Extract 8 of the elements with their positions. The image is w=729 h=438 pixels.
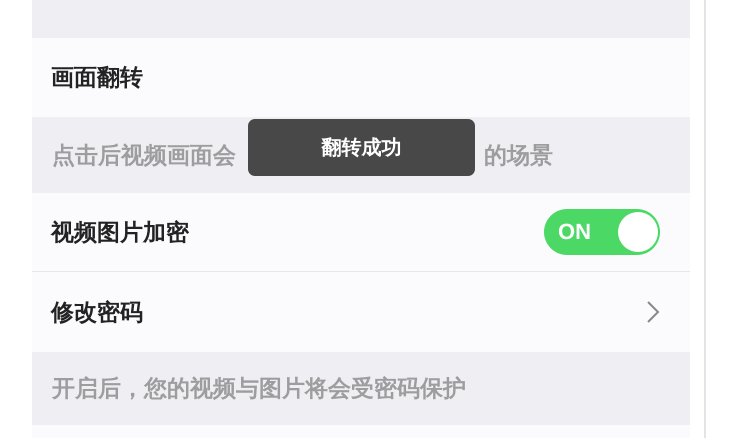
setting-label: 画面翻转 [51, 64, 143, 93]
hint-text: 点击后视频画面会 [52, 142, 236, 170]
chevron-right-icon [646, 300, 660, 324]
setting-label: 视频图片加密 [51, 218, 189, 248]
toast: 翻转成功 [248, 119, 475, 176]
hint-text: 开启后，您的视频与图片将会受密码保护 [52, 375, 466, 404]
hint-text: 的场景 [484, 142, 553, 170]
setting-label[interactable]: 修改密码 [51, 296, 143, 328]
